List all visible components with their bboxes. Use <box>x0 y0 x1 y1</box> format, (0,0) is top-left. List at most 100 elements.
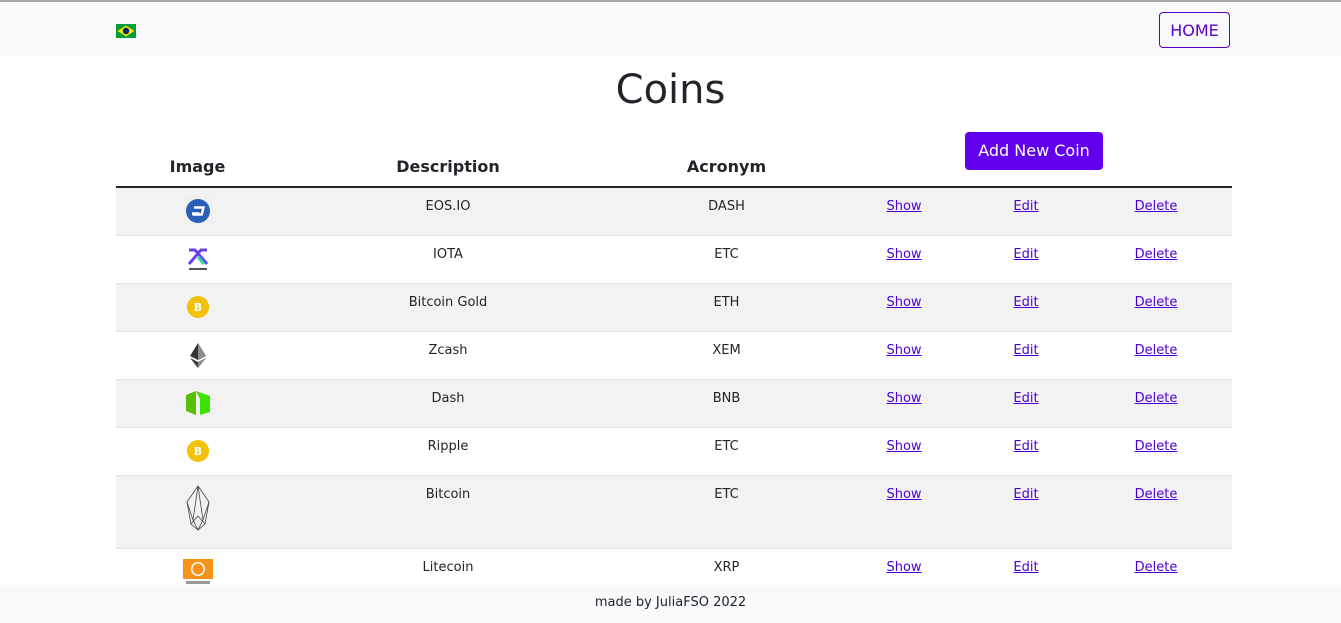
show-link-cell: Show <box>836 332 972 380</box>
show-link[interactable]: Show <box>886 487 921 502</box>
delete-link-cell: Delete <box>1080 380 1232 428</box>
table-row: Litecoin XRP Show Edit Delete <box>116 549 1232 585</box>
coin-description: EOS.IO <box>425 199 471 214</box>
coin-acronym: ETC <box>714 247 739 262</box>
coin-acronym: ETC <box>714 487 739 502</box>
show-link[interactable]: Show <box>886 560 921 575</box>
table-row: B Ripple ETC Show Edit Delete <box>116 428 1232 476</box>
show-link[interactable]: Show <box>886 295 921 310</box>
coin-image-cell <box>116 236 279 284</box>
neo-logo-icon <box>185 391 210 415</box>
header-acronym: Acronym <box>617 126 836 188</box>
delete-link-cell: Delete <box>1080 236 1232 284</box>
table-row: B Bitcoin Gold ETH Show Edit Delete <box>116 283 1232 332</box>
show-link-cell: Show <box>836 284 972 332</box>
delete-link[interactable]: Delete <box>1135 199 1178 214</box>
coin-acronym: BNB <box>712 391 741 406</box>
header-description: Description <box>279 126 617 188</box>
edit-link[interactable]: Edit <box>1013 487 1038 502</box>
home-button[interactable]: HOME <box>1159 12 1230 48</box>
delete-link[interactable]: Delete <box>1135 560 1178 575</box>
coin-acronym: DASH <box>708 199 745 214</box>
table-row: IOTA ETC Show Edit Delete <box>116 236 1232 284</box>
brazil-flag-icon[interactable] <box>116 24 136 38</box>
table-row: Bitcoin ETC Show Edit Delete <box>116 475 1232 549</box>
show-link[interactable]: Show <box>886 199 921 214</box>
delete-link[interactable]: Delete <box>1135 343 1178 358</box>
table-row: EOS.IO DASH Show Edit Delete <box>116 187 1232 236</box>
edit-link-cell: Edit <box>972 476 1080 549</box>
coin-description: Bitcoin Gold <box>408 295 488 310</box>
edit-link-cell: Edit <box>972 187 1080 236</box>
edit-link-cell: Edit <box>972 236 1080 284</box>
coin-image-cell <box>116 549 279 584</box>
edit-link[interactable]: Edit <box>1013 439 1038 454</box>
show-link-cell: Show <box>836 428 972 476</box>
coin-description: Zcash <box>428 343 468 358</box>
coin-description: Litecoin <box>422 560 474 575</box>
edit-link[interactable]: Edit <box>1013 560 1038 575</box>
coin-image-cell: B <box>116 284 279 332</box>
edit-link[interactable]: Edit <box>1013 391 1038 406</box>
delete-link-cell: Delete <box>1080 549 1232 585</box>
coin-acronym: XEM <box>712 343 741 358</box>
show-link-cell: Show <box>836 236 972 284</box>
navbar: HOME <box>0 2 1341 56</box>
bitcoin-gold-logo-icon: B <box>186 296 209 318</box>
edit-link-cell: Edit <box>972 428 1080 476</box>
header-actions: Add New Coin <box>836 126 1232 188</box>
table-row: Dash BNB Show Edit Delete <box>116 379 1232 428</box>
edit-link[interactable]: Edit <box>1013 247 1038 262</box>
coin-acronym: ETH <box>713 295 740 310</box>
edit-link[interactable]: Edit <box>1013 295 1038 310</box>
add-new-coin-button[interactable]: Add New Coin <box>965 132 1103 170</box>
table-row: Zcash XEM Show Edit Delete <box>116 332 1232 380</box>
svg-text:B: B <box>193 301 201 314</box>
coin-description: Ripple <box>427 439 469 454</box>
show-link-cell: Show <box>836 380 972 428</box>
coin-description: Dash <box>431 391 465 406</box>
page-title: Coins <box>615 67 726 113</box>
coin-image-cell <box>116 476 279 549</box>
show-link[interactable]: Show <box>886 439 921 454</box>
edit-link-cell: Edit <box>972 380 1080 428</box>
delete-link[interactable]: Delete <box>1135 439 1178 454</box>
show-link[interactable]: Show <box>886 391 921 406</box>
coins-table-container[interactable]: Image Description Acronym Add New Coin E… <box>116 126 1232 584</box>
show-link[interactable]: Show <box>886 343 921 358</box>
delete-link[interactable]: Delete <box>1135 487 1178 502</box>
edit-link-cell: Edit <box>972 549 1080 585</box>
delete-link-cell: Delete <box>1080 284 1232 332</box>
show-link-cell: Show <box>836 476 972 549</box>
edit-link-cell: Edit <box>972 284 1080 332</box>
coin-image-cell <box>116 380 279 428</box>
decred-logo-icon <box>187 248 208 270</box>
table-body: EOS.IO DASH Show Edit Delete IOTA ETC Sh… <box>116 187 1232 584</box>
edit-link-cell: Edit <box>972 332 1080 380</box>
coin-description: Bitcoin <box>425 487 471 502</box>
delete-link-cell: Delete <box>1080 332 1232 380</box>
svg-text:B: B <box>193 445 201 458</box>
dash-logo-icon <box>182 196 213 226</box>
ethereum-logo-icon <box>189 343 206 368</box>
table-header: Image Description Acronym Add New Coin <box>116 126 1232 188</box>
footer-text: made by JuliaFSO 2022 <box>594 595 747 610</box>
bitcoin-gold-logo-icon: B <box>186 440 209 462</box>
delete-link[interactable]: Delete <box>1135 295 1178 310</box>
coin-acronym: XRP <box>713 560 740 575</box>
show-link[interactable]: Show <box>886 247 921 262</box>
bitcoin-cash-logo-icon <box>182 559 213 584</box>
show-link-cell: Show <box>836 549 972 585</box>
delete-link-cell: Delete <box>1080 428 1232 476</box>
show-link-cell: Show <box>836 187 972 236</box>
delete-link[interactable]: Delete <box>1135 247 1178 262</box>
delete-link[interactable]: Delete <box>1135 391 1178 406</box>
eos-logo-icon <box>186 485 209 531</box>
edit-link[interactable]: Edit <box>1013 199 1038 214</box>
edit-link[interactable]: Edit <box>1013 343 1038 358</box>
coin-image-cell <box>116 332 279 380</box>
coin-acronym: ETC <box>714 439 739 454</box>
coin-image-cell: B <box>116 428 279 476</box>
footer: made by JuliaFSO 2022 <box>0 585 1341 623</box>
delete-link-cell: Delete <box>1080 187 1232 236</box>
